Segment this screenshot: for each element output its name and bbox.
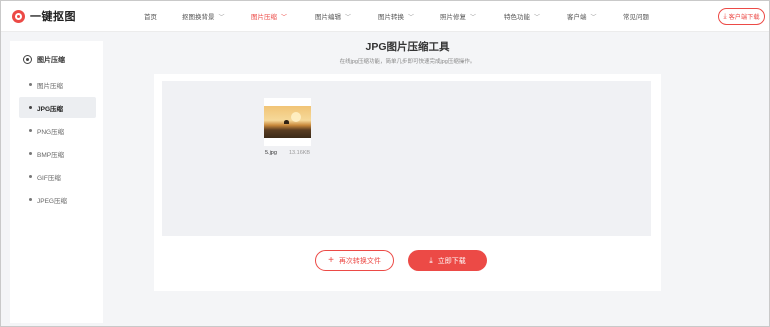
chevron-down-icon: ﹀ bbox=[470, 14, 477, 21]
sidebar-header: 图片压缩 bbox=[10, 41, 103, 68]
main-nav: 首页 抠图换背景 ﹀ 图片压缩 ﹀ 图片编辑 ﹀ 图片转换 ﹀ 照片修复 ﹀ 特色功能 ﹀ … bbox=[144, 11, 649, 21]
landscape-photo bbox=[264, 106, 311, 138]
bullet-icon bbox=[29, 175, 32, 178]
logo-text: 一键抠图 bbox=[30, 11, 76, 23]
convert-again-button[interactable]: + 再次转换文件 bbox=[315, 250, 394, 271]
compress-icon bbox=[23, 55, 32, 64]
file-drop-area[interactable]: 5.jpg 13.16KB bbox=[162, 81, 651, 236]
logo[interactable]: 一键抠图 bbox=[12, 8, 120, 24]
bullet-icon bbox=[29, 106, 32, 109]
sidebar-item-jpg-compress[interactable]: JPG压缩 bbox=[19, 97, 96, 118]
chevron-down-icon: ﹀ bbox=[408, 14, 415, 21]
sidebar: 图片压缩 图片压缩 JPG压缩 PNG压缩 BMP压缩 GIF压缩 JPEG压缩 bbox=[10, 41, 103, 323]
chevron-down-icon: ﹀ bbox=[534, 14, 541, 21]
chevron-down-icon: ﹀ bbox=[218, 14, 225, 21]
sidebar-title: 图片压缩 bbox=[37, 56, 65, 64]
bullet-icon bbox=[29, 129, 32, 132]
chevron-down-icon: ﹀ bbox=[281, 14, 288, 21]
nav-client[interactable]: 客户端 ﹀ bbox=[567, 11, 623, 21]
sidebar-item-png-compress[interactable]: PNG压缩 bbox=[19, 120, 96, 141]
logo-icon bbox=[12, 9, 25, 23]
image-thumbnail[interactable] bbox=[264, 98, 311, 146]
bullet-icon bbox=[29, 198, 32, 201]
chevron-down-icon: ﹀ bbox=[345, 14, 352, 21]
nav-special-features[interactable]: 特色功能 ﹀ bbox=[504, 11, 567, 21]
nav-faq[interactable]: 常见问题 bbox=[623, 11, 649, 21]
page-subtitle: 在线jpg压缩功能，简单几步即可快速完成jpg压缩操作。 bbox=[339, 59, 476, 65]
download-now-button[interactable]: ⤓ 立即下载 bbox=[408, 250, 487, 271]
page-title: JPG图片压缩工具 bbox=[365, 41, 450, 53]
top-navbar: 一键抠图 首页 抠图换背景 ﹀ 图片压缩 ﹀ 图片编辑 ﹀ 图片转换 ﹀ 照片修复 ﹀ 特… bbox=[1, 1, 769, 32]
nav-image-compress[interactable]: 图片压缩 ﹀ bbox=[251, 11, 315, 21]
client-download-button[interactable]: ⤓ 客户端下载 bbox=[718, 8, 765, 25]
nav-cutout-background[interactable]: 抠图换背景 ﹀ bbox=[182, 11, 251, 21]
sidebar-item-bmp-compress[interactable]: BMP压缩 bbox=[19, 143, 96, 164]
sidebar-list: 图片压缩 JPG压缩 PNG压缩 BMP压缩 GIF压缩 JPEG压缩 bbox=[10, 74, 103, 210]
tool-card: 5.jpg 13.16KB + 再次转换文件 ⤓ 立即下载 bbox=[154, 74, 661, 291]
bullet-icon bbox=[29, 152, 32, 155]
bullet-icon bbox=[29, 83, 32, 86]
sidebar-item-image-compress[interactable]: 图片压缩 bbox=[19, 74, 96, 95]
plus-icon: + bbox=[328, 254, 334, 266]
sidebar-item-jpeg-compress[interactable]: JPEG压缩 bbox=[19, 189, 96, 210]
nav-home[interactable]: 首页 bbox=[144, 11, 182, 21]
nav-photo-repair[interactable]: 照片修复 ﹀ bbox=[440, 11, 504, 21]
tree-shape bbox=[284, 120, 289, 124]
file-size: 13.16KB bbox=[289, 150, 311, 156]
file-name: 5.jpg bbox=[265, 150, 277, 156]
sidebar-item-gif-compress[interactable]: GIF压缩 bbox=[19, 166, 96, 187]
download-icon: ⤓ bbox=[429, 255, 433, 265]
sun-shape bbox=[291, 112, 301, 122]
download-icon: ⤓ bbox=[723, 12, 727, 20]
chevron-down-icon: ﹀ bbox=[590, 14, 597, 21]
nav-image-convert[interactable]: 图片转换 ﹀ bbox=[378, 11, 440, 21]
nav-image-edit[interactable]: 图片编辑 ﹀ bbox=[315, 11, 378, 21]
